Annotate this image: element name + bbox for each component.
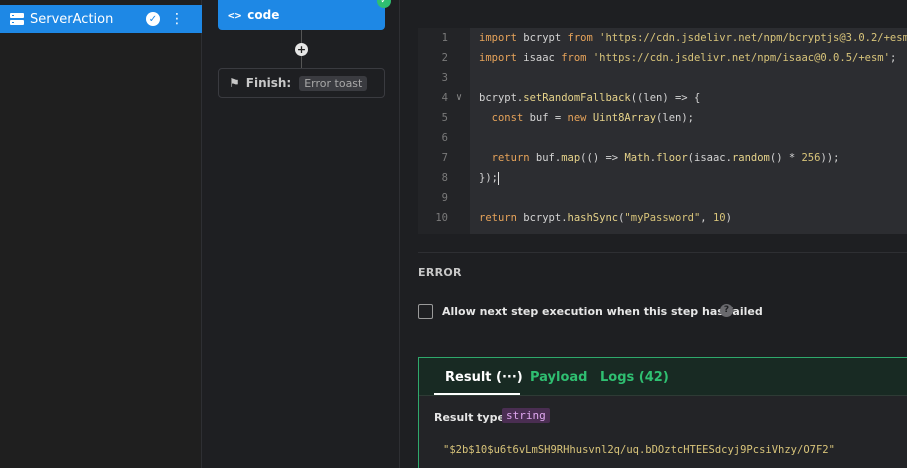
tab-logs[interactable]: Logs (42)	[600, 370, 669, 385]
code-line: 7 return buf.map(() => Math.floor(isaac.…	[418, 148, 907, 168]
tab-payload[interactable]: Payload	[530, 370, 588, 385]
code-line-text: });	[479, 171, 499, 185]
code-line: 9	[418, 188, 907, 208]
app-root: ServerAction ✓ ⋮ <> code ✓ + ⚑ Finish: E…	[0, 0, 907, 468]
line-number: 8	[441, 172, 448, 184]
line-number: 4	[441, 92, 448, 104]
database-icon	[10, 13, 24, 25]
question-circle-icon[interactable]: ?	[720, 304, 733, 317]
plus-icon: +	[296, 43, 307, 56]
code-line: 4 ∨ bcrypt.setRandomFallback((len) => {	[418, 88, 907, 108]
error-section-title: ERROR	[418, 266, 462, 279]
flag-icon: ⚑	[229, 76, 240, 90]
flow-canvas: <> code ✓ + ⚑ Finish: Error toast	[202, 0, 400, 468]
allow-next-step-label[interactable]: Allow next step execution when this step…	[442, 305, 763, 318]
finish-node[interactable]: ⚑ Finish: Error toast	[218, 68, 385, 98]
code-line: 5 const buf = new Uint8Array(len);	[418, 108, 907, 128]
line-number: 7	[441, 152, 448, 164]
line-number: 3	[441, 72, 448, 84]
code-line-text: const buf = new Uint8Array(len);	[491, 112, 694, 124]
code-line: 6	[418, 128, 907, 148]
tab-result[interactable]: Result (···)	[445, 370, 523, 385]
code-node[interactable]: <> code ✓	[218, 0, 391, 30]
code-brackets-icon: <>	[228, 8, 242, 22]
code-line-text: bcrypt.setRandomFallback((len) => {	[479, 92, 701, 104]
code-line: 3	[418, 68, 907, 88]
finish-node-label: Finish:	[245, 76, 292, 90]
result-type-label: Result type:	[434, 411, 510, 424]
sidebar: ServerAction ✓ ⋮	[0, 0, 202, 468]
code-line: 2 import isaac from 'https://cdn.jsdelivr…	[418, 48, 907, 68]
line-number: 9	[441, 192, 448, 204]
fold-chevron-icon[interactable]: ∨	[456, 88, 462, 108]
check-badge-icon: ✓	[377, 0, 391, 8]
add-step-button[interactable]: +	[295, 43, 308, 56]
code-line-text: import isaac from 'https://cdn.jsdelivr.…	[479, 52, 897, 64]
check-circle-icon: ✓	[146, 12, 160, 26]
line-number: 2	[441, 52, 448, 64]
line-number: 10	[435, 212, 448, 224]
result-type-badge: string	[502, 408, 550, 423]
code-line: 8});	[418, 168, 907, 188]
kebab-menu-icon[interactable]: ⋮	[170, 12, 184, 26]
section-divider	[418, 252, 907, 253]
finish-node-value: Error toast	[299, 75, 368, 91]
line-number: 1	[441, 32, 448, 44]
code-line-text: return bcrypt.hashSync("myPassword", 10)	[479, 212, 732, 224]
text-cursor	[497, 171, 499, 185]
sidebar-item-serveraction[interactable]: ServerAction ✓ ⋮	[0, 5, 202, 33]
result-value: "$2b$10$u6t6vLmSH9RHhusvnl2q/uq.bDOztcHT…	[443, 444, 835, 456]
sidebar-item-label: ServerAction	[30, 11, 114, 27]
allow-next-step-checkbox[interactable]	[418, 304, 433, 319]
main-panel: 1 import bcrypt from 'https://cdn.jsdeliv…	[400, 0, 907, 468]
line-number: 6	[441, 132, 448, 144]
code-editor[interactable]: 1 import bcrypt from 'https://cdn.jsdeliv…	[418, 28, 907, 234]
result-tabs: Result (···) Payload Logs (42)	[419, 358, 907, 396]
result-panel: Result (···) Payload Logs (42) Result ty…	[418, 357, 907, 468]
code-line: 10 return bcrypt.hashSync("myPassword", 1…	[418, 208, 907, 228]
code-line-text: import bcrypt from 'https://cdn.jsdelivr…	[479, 32, 907, 44]
code-line-text: return buf.map(() => Math.floor(isaac.ra…	[491, 152, 840, 164]
code-line: 1 import bcrypt from 'https://cdn.jsdeliv…	[418, 28, 907, 48]
code-node-label: code	[247, 8, 280, 22]
line-number: 5	[441, 112, 448, 124]
active-tab-indicator	[434, 393, 520, 395]
